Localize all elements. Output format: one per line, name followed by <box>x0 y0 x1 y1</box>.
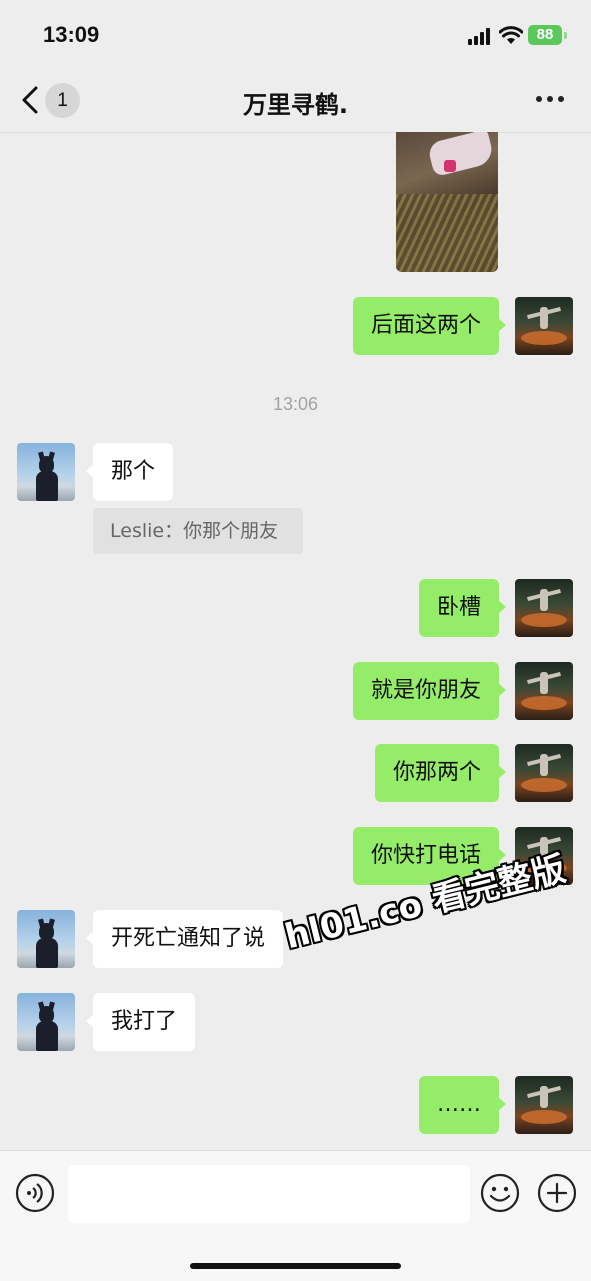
input-bar <box>0 1150 591 1281</box>
chat-header: 1 万里寻鹤. <box>0 70 591 133</box>
status-time: 13:09 <box>43 22 100 47</box>
my-avatar[interactable] <box>515 1076 573 1134</box>
my-avatar[interactable] <box>515 744 573 802</box>
my-avatar[interactable] <box>515 662 573 720</box>
message-bubble-sent[interactable]: 卧槽 <box>418 579 507 637</box>
message-bubble-received[interactable]: 开死亡通知了说 <box>85 910 284 968</box>
status-bar: 13:09 88 <box>0 0 591 70</box>
message-bubble-sent[interactable]: 你那两个 <box>374 744 507 802</box>
message-bubble-sent[interactable]: …… <box>419 1076 506 1134</box>
battery-cap <box>564 32 567 39</box>
my-avatar[interactable] <box>515 297 573 355</box>
message-bubble-sent[interactable]: 后面这两个 <box>352 297 507 355</box>
wifi-icon <box>499 26 523 44</box>
image-message[interactable] <box>396 132 498 272</box>
more-icon[interactable] <box>536 96 566 104</box>
chat-title: 万里寻鹤. <box>242 91 349 119</box>
timestamp: 13:06 <box>272 394 319 414</box>
plus-icon[interactable] <box>537 1173 577 1213</box>
battery-level: 88 <box>536 26 554 43</box>
message-input[interactable] <box>68 1165 470 1223</box>
message-bubble-received[interactable]: 我打了 <box>85 993 196 1051</box>
voice-icon[interactable] <box>15 1173 55 1213</box>
quoted-message[interactable]: Leslie：你那个朋友 <box>93 508 303 554</box>
contact-avatar[interactable] <box>17 443 75 501</box>
home-indicator[interactable] <box>190 1263 401 1269</box>
contact-avatar[interactable] <box>17 993 75 1051</box>
my-avatar[interactable] <box>515 579 573 637</box>
contact-avatar[interactable] <box>17 910 75 968</box>
message-list[interactable]: 后面这两个 13:06 那个 Leslie：你那个朋友 卧槽 就是你朋友 你那两… <box>0 132 591 1150</box>
message-bubble-sent[interactable]: 就是你朋友 <box>352 662 507 720</box>
emoji-icon[interactable] <box>480 1173 520 1213</box>
message-bubble-received[interactable]: 那个 <box>85 443 174 501</box>
battery-icon: 88 <box>528 25 562 45</box>
signal-icon <box>468 28 490 45</box>
